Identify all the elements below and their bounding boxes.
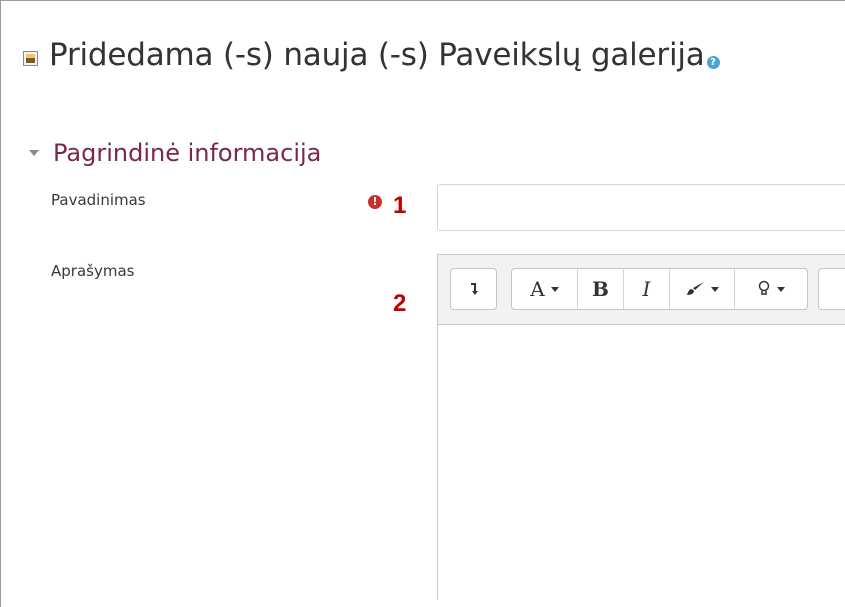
page-title: Pridedama (-s) nauja (-s) Paveikslų gale… <box>23 37 720 73</box>
toolbar-group-lists <box>818 268 845 310</box>
expand-toolbar-icon <box>470 283 478 295</box>
editor-toolbar: A B I <box>438 255 845 325</box>
paintbrush-icon <box>687 282 704 295</box>
toolbar-group-format: A B I <box>511 268 808 310</box>
chevron-down-icon <box>777 286 785 292</box>
description-label: Aprašymas <box>51 262 135 280</box>
editor-content-area[interactable] <box>438 325 845 600</box>
description-editor: A B I <box>437 254 845 600</box>
bold-label: B <box>592 277 609 301</box>
italic-label: I <box>642 277 651 301</box>
toolbar-group-toggle <box>450 268 497 310</box>
lightbulb-icon <box>758 280 770 295</box>
chevron-down-icon <box>550 286 559 292</box>
chevron-down-icon <box>711 286 719 292</box>
name-label: Pavadinimas <box>51 191 146 209</box>
image-gallery-icon <box>23 50 38 66</box>
italic-button[interactable]: I <box>624 269 670 309</box>
annotation-number-1: 1 <box>393 192 407 219</box>
bullet-list-button[interactable] <box>819 269 845 309</box>
page-title-text: Pridedama (-s) nauja (-s) Paveikslų gale… <box>49 37 705 73</box>
help-icon[interactable]: ? <box>706 55 720 69</box>
section-toggle-general[interactable]: Pagrindinė informacija <box>29 139 321 167</box>
font-style-label: A <box>530 277 545 301</box>
highlight-button[interactable] <box>735 269 807 309</box>
toolbar-toggle-button[interactable] <box>451 269 496 309</box>
font-style-button[interactable]: A <box>512 269 578 309</box>
name-input[interactable] <box>437 184 845 231</box>
bold-button[interactable]: B <box>578 269 624 309</box>
required-icon: ! <box>368 195 382 209</box>
section-label: Pagrindinė informacija <box>53 139 322 167</box>
annotation-number-2: 2 <box>393 290 407 317</box>
caret-down-icon <box>29 150 39 156</box>
text-color-button[interactable] <box>670 269 735 309</box>
form-page: Pridedama (-s) nauja (-s) Paveikslų gale… <box>0 0 845 607</box>
